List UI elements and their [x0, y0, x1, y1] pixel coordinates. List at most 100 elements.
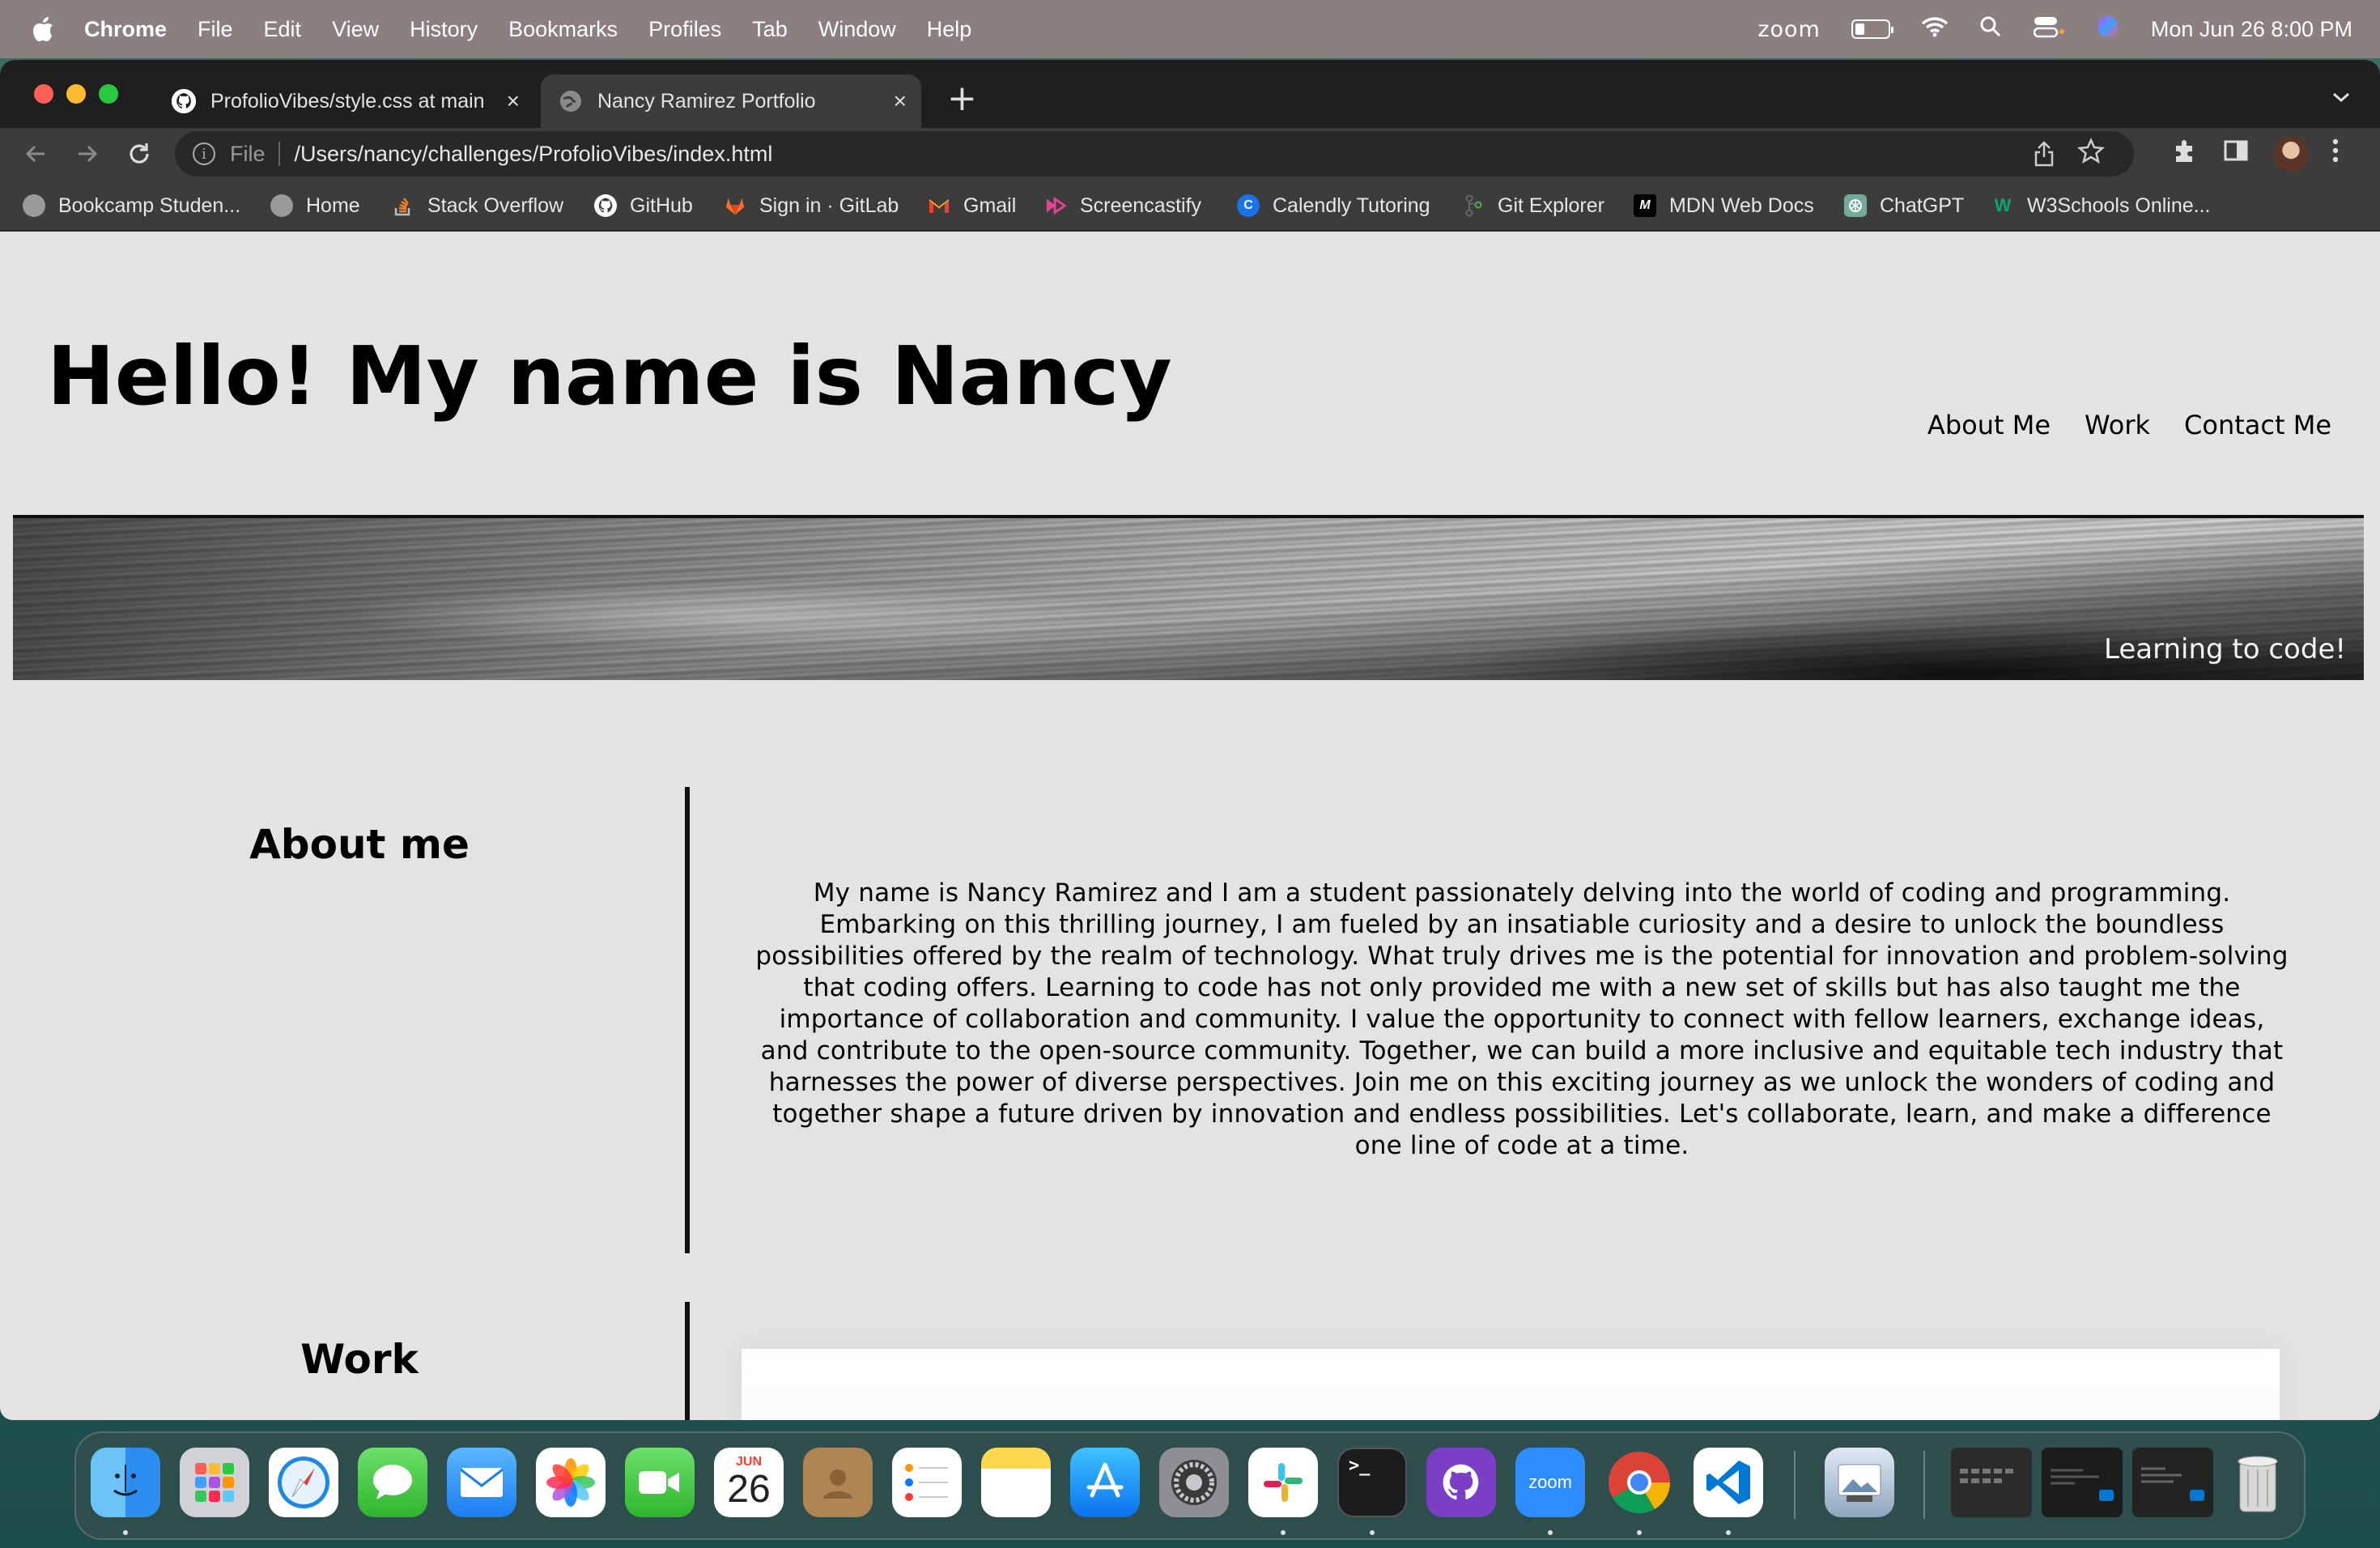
safari-icon[interactable]: [269, 1448, 338, 1517]
nav-link-work[interactable]: Work: [2085, 410, 2150, 440]
minimized-window-thumbnail[interactable]: [2042, 1448, 2123, 1517]
portfolio-page: Hello! My name is Nancy About Me Work Co…: [0, 232, 2380, 1420]
finder-icon[interactable]: [91, 1448, 160, 1517]
minimize-window-button[interactable]: [66, 84, 86, 104]
globe-icon: [559, 89, 583, 113]
bookmark-home[interactable]: Home: [270, 191, 360, 220]
url-separator: [278, 142, 280, 166]
terminal-icon[interactable]: >_: [1337, 1448, 1407, 1517]
bookmark-chatgpt[interactable]: ChatGPT: [1844, 191, 1964, 220]
bookmark-gmail[interactable]: Gmail: [928, 191, 1016, 220]
photos-icon[interactable]: [536, 1448, 606, 1517]
browser-toolbar: i File /Users/nancy/challenges/ProfolioV…: [0, 128, 2380, 180]
dock-separator: [1923, 1451, 1925, 1519]
tab-nancy-portfolio[interactable]: Nancy Ramirez Portfolio ×: [541, 74, 921, 128]
hero-banner-image: Learning to code!: [13, 518, 2364, 680]
running-indicator: [123, 1530, 128, 1535]
zoom-status-icon[interactable]: zoom: [1757, 17, 1821, 42]
site-info-icon[interactable]: i: [193, 142, 215, 165]
maximize-window-button[interactable]: [99, 84, 118, 104]
menu-bookmarks[interactable]: Bookmarks: [508, 17, 618, 42]
tab-search-chevron-icon[interactable]: [2331, 86, 2351, 108]
menu-app-chrome[interactable]: Chrome: [84, 17, 167, 42]
minimized-window-thumbnail[interactable]: [2132, 1448, 2213, 1517]
menu-view[interactable]: View: [332, 17, 379, 42]
work-section-divider: [685, 1302, 690, 1420]
bookmark-calendly[interactable]: C Calendly Tutoring: [1237, 191, 1430, 220]
close-window-button[interactable]: [34, 84, 53, 104]
minimized-window-thumbnail[interactable]: [1951, 1448, 2032, 1517]
mail-icon[interactable]: [447, 1448, 516, 1517]
extensions-puzzle-icon[interactable]: [2171, 138, 2199, 172]
bookmark-screencastify[interactable]: Screencastify: [1044, 191, 1201, 220]
tab-title: ProfolioVibes/style.css at main: [210, 89, 485, 113]
running-indicator: [1726, 1530, 1731, 1535]
url-text[interactable]: /Users/nancy/challenges/ProfolioVibes/in…: [295, 142, 773, 167]
settings-icon[interactable]: [1159, 1448, 1229, 1517]
bookmark-bookcamp[interactable]: Bookcamp Studen...: [23, 191, 240, 220]
mdn-icon: M: [1634, 194, 1656, 217]
bookmark-gitlab[interactable]: Sign in · GitLab: [724, 191, 899, 220]
facetime-icon[interactable]: [625, 1448, 695, 1517]
messages-icon[interactable]: [358, 1448, 427, 1517]
work-project-card[interactable]: [742, 1349, 2280, 1420]
zoom-icon[interactable]: zoom: [1515, 1448, 1585, 1517]
github-desktop-icon[interactable]: [1426, 1448, 1496, 1517]
calendar-icon[interactable]: JUN 26: [714, 1448, 784, 1517]
battery-icon[interactable]: [1851, 19, 1893, 39]
banner-tagline: Learning to code!: [2104, 633, 2346, 666]
new-tab-button[interactable]: +: [947, 81, 977, 117]
launchpad-icon[interactable]: [180, 1448, 249, 1517]
menu-window[interactable]: Window: [818, 17, 896, 42]
wifi-icon[interactable]: [1921, 16, 1949, 43]
preview-icon[interactable]: [1825, 1448, 1894, 1517]
menu-edit[interactable]: Edit: [264, 17, 302, 42]
running-indicator: [1281, 1530, 1286, 1535]
bookmark-star-icon[interactable]: [2076, 137, 2106, 172]
reminders-icon[interactable]: [892, 1448, 962, 1517]
bookmark-w3schools[interactable]: W W3Schools Online...: [1991, 191, 2211, 220]
work-section-title: Work: [300, 1336, 419, 1383]
notes-icon[interactable]: [981, 1448, 1051, 1517]
calendar-day: 26: [727, 1468, 771, 1511]
calendly-icon: C: [1237, 194, 1260, 217]
close-tab-icon[interactable]: ×: [507, 88, 520, 114]
bookmark-git-explorer[interactable]: Git Explorer: [1462, 191, 1604, 220]
menu-tab[interactable]: Tab: [752, 17, 788, 42]
bookmark-stack-overflow[interactable]: Stack Overflow: [392, 191, 563, 220]
bookmark-github[interactable]: GitHub: [594, 191, 693, 220]
address-bar[interactable]: i File /Users/nancy/challenges/ProfolioV…: [175, 131, 2134, 176]
forward-arrow-icon[interactable]: [70, 136, 105, 172]
contacts-icon[interactable]: [803, 1448, 873, 1517]
menu-help[interactable]: Help: [927, 17, 972, 42]
bookmark-label: Home: [306, 194, 360, 217]
bookmark-label: ChatGPT: [1880, 194, 1965, 217]
back-arrow-icon[interactable]: [18, 136, 53, 172]
side-panel-icon[interactable]: [2223, 138, 2249, 170]
profile-avatar[interactable]: [2273, 136, 2309, 172]
menu-file[interactable]: File: [198, 17, 233, 42]
menu-history[interactable]: History: [410, 17, 478, 42]
browser-window: ProfolioVibes/style.css at main × Nancy …: [0, 60, 2380, 1420]
bookmark-mdn[interactable]: M MDN Web Docs: [1634, 191, 1814, 220]
more-options-icon[interactable]: [2331, 138, 2340, 170]
reload-icon[interactable]: [121, 136, 157, 172]
trash-icon[interactable]: [2223, 1448, 2293, 1517]
control-center-icon[interactable]: [2033, 15, 2065, 44]
menu-profiles[interactable]: Profiles: [648, 17, 721, 42]
close-tab-icon[interactable]: ×: [894, 88, 907, 114]
vscode-icon[interactable]: [1694, 1448, 1763, 1517]
menubar-datetime[interactable]: Mon Jun 26 8:00 PM: [2151, 17, 2352, 42]
apple-icon[interactable]: [31, 15, 55, 43]
siri-icon[interactable]: [2096, 15, 2120, 45]
nav-link-about[interactable]: About Me: [1927, 410, 2051, 440]
appstore-icon[interactable]: [1070, 1448, 1140, 1517]
share-icon[interactable]: [2034, 141, 2055, 172]
url-scheme: File: [230, 141, 266, 166]
bookmark-label: MDN Web Docs: [1669, 194, 1814, 217]
nav-link-contact[interactable]: Contact Me: [2184, 410, 2331, 440]
tab-github-style[interactable]: ProfolioVibes/style.css at main ×: [154, 74, 534, 128]
slack-icon[interactable]: [1248, 1448, 1318, 1517]
chrome-icon[interactable]: [1604, 1448, 1674, 1517]
spotlight-search-icon[interactable]: [1979, 15, 2002, 44]
